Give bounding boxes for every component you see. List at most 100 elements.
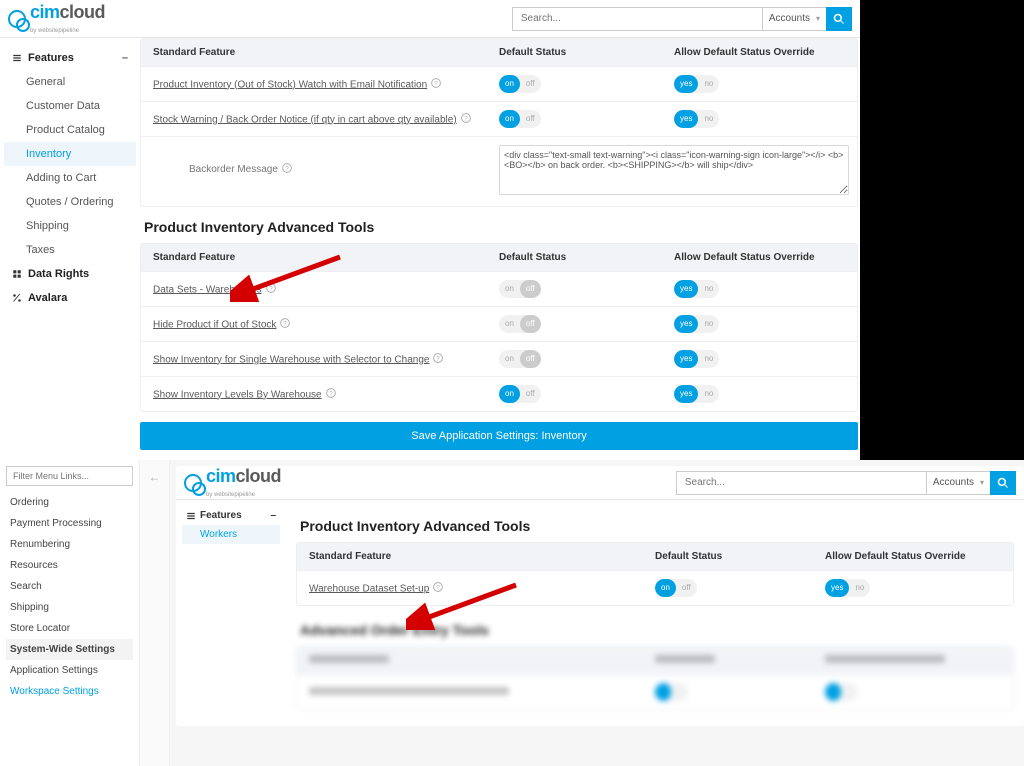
table-row: Show Inventory Levels By Warehouse? onof… xyxy=(141,376,857,411)
menu-item-search[interactable]: Search xyxy=(6,576,133,597)
search-icon xyxy=(833,13,845,25)
backorder-message-textarea[interactable]: <div class="text-small text-warning"><i … xyxy=(499,145,849,195)
sidebar-group-data-rights[interactable]: Data Rights xyxy=(4,262,136,286)
advanced-tools-table: Standard Feature Default Status Allow De… xyxy=(296,542,1014,606)
search-icon xyxy=(997,477,1009,489)
menu-group-system-wide[interactable]: System-Wide Settings xyxy=(6,639,133,660)
svg-text:?: ? xyxy=(284,320,288,327)
chevron-left-icon: ← xyxy=(149,470,161,484)
backorder-message-row: Backorder Message? <div class="text-smal… xyxy=(141,136,857,206)
status-toggle[interactable]: onoff xyxy=(499,110,541,128)
table-row: Stock Warning / Back Order Notice (if qt… xyxy=(141,101,857,136)
feature-link[interactable]: Product Inventory (Out of Stock) Watch w… xyxy=(153,79,427,90)
svg-text:?: ? xyxy=(464,115,468,122)
sliders-icon xyxy=(12,53,22,63)
percent-icon xyxy=(12,293,22,303)
brand-icon xyxy=(184,474,202,492)
override-toggle[interactable]: yesno xyxy=(825,579,870,597)
save-button[interactable]: Save Application Settings: Inventory xyxy=(140,422,858,450)
status-toggle[interactable]: onoff xyxy=(499,315,541,333)
help-icon[interactable]: ? xyxy=(433,353,443,366)
feature-link[interactable]: Stock Warning / Back Order Notice (if qt… xyxy=(153,114,457,125)
bot-main: Product Inventory Advanced Tools Standar… xyxy=(286,500,1024,726)
svg-text:?: ? xyxy=(437,584,441,591)
sidebar-group-features[interactable]: Features – xyxy=(4,46,136,70)
sliders-icon xyxy=(186,511,196,521)
settings-sidebar: Features – General Customer Data Product… xyxy=(0,38,140,458)
feature-link[interactable]: Hide Product if Out of Stock xyxy=(153,319,276,330)
sidebar-item-workers[interactable]: Workers xyxy=(182,525,280,544)
bot-header: cimcloud by websitepipeline Accounts xyxy=(176,466,1024,500)
search-button[interactable] xyxy=(826,7,852,31)
sidebar-item-general[interactable]: General xyxy=(4,70,136,94)
status-toggle[interactable]: onoff xyxy=(499,75,541,93)
help-icon[interactable]: ? xyxy=(433,582,443,595)
brand-logo[interactable]: cimcloud by websitepipeline xyxy=(184,466,281,499)
table-header: Standard Feature Default Status Allow De… xyxy=(297,543,1013,570)
menu-item-resources[interactable]: Resources xyxy=(6,555,133,576)
menu-item-shipping[interactable]: Shipping xyxy=(6,597,133,618)
sidebar-item-product-catalog[interactable]: Product Catalog xyxy=(4,118,136,142)
table-row: Warehouse Dataset Set-up? onoff yesno xyxy=(297,570,1013,605)
svg-text:?: ? xyxy=(269,285,273,292)
sidebar-item-shipping[interactable]: Shipping xyxy=(4,214,136,238)
search-scope-select[interactable]: Accounts xyxy=(926,471,990,495)
help-icon[interactable]: ? xyxy=(431,78,441,91)
backorder-message-label: Backorder Message xyxy=(189,164,278,175)
sidebar-item-customer-data[interactable]: Customer Data xyxy=(4,94,136,118)
blurred-section: Advanced Order Entry Tools xyxy=(296,622,1014,710)
status-toggle[interactable]: onoff xyxy=(499,350,541,368)
collapse-icon: – xyxy=(122,52,128,64)
search-input[interactable] xyxy=(512,7,762,31)
sidebar-item-inventory[interactable]: Inventory xyxy=(4,142,136,166)
feature-link[interactable]: Show Inventory Levels By Warehouse xyxy=(153,389,322,400)
menu-item-store-locator[interactable]: Store Locator xyxy=(6,618,133,639)
table-row: Hide Product if Out of Stock? onoff yesn… xyxy=(141,306,857,341)
status-toggle[interactable]: onoff xyxy=(655,579,697,597)
menu-item-workspace-settings[interactable]: Workspace Settings xyxy=(6,681,133,702)
feature-link[interactable]: Data Sets - Warehouses xyxy=(153,284,262,295)
brand-logo[interactable]: cimcloud by websitepipeline xyxy=(8,2,105,35)
help-icon[interactable]: ? xyxy=(461,113,471,126)
table-row: Data Sets - Warehouses? onoff yesno xyxy=(141,271,857,306)
override-toggle[interactable]: yesno xyxy=(674,315,719,333)
svg-text:?: ? xyxy=(329,390,333,397)
help-icon[interactable]: ? xyxy=(282,163,292,176)
bot-sidebar: Features – Workers xyxy=(176,500,286,726)
override-toggle[interactable]: yesno xyxy=(674,75,719,93)
sidebar-item-taxes[interactable]: Taxes xyxy=(4,238,136,262)
override-toggle[interactable]: yesno xyxy=(674,350,719,368)
help-icon[interactable]: ? xyxy=(266,283,276,296)
sidebar-group-avalara[interactable]: Avalara xyxy=(4,286,136,310)
table-header: Standard Feature Default Status Allow De… xyxy=(141,39,857,66)
sidebar-group-features[interactable]: Features – xyxy=(182,506,280,525)
search-input[interactable] xyxy=(676,471,926,495)
brand-text: cimcloud xyxy=(30,2,105,22)
feature-link[interactable]: Show Inventory for Single Warehouse with… xyxy=(153,354,429,365)
search-button[interactable] xyxy=(990,471,1016,495)
menu-item-renumbering[interactable]: Renumbering xyxy=(6,534,133,555)
sidebar-item-adding-to-cart[interactable]: Adding to Cart xyxy=(4,166,136,190)
section-title: Product Inventory Advanced Tools xyxy=(144,219,858,235)
advanced-tools-table: Standard Feature Default Status Allow De… xyxy=(140,243,858,412)
sidebar-item-quotes-ordering[interactable]: Quotes / Ordering xyxy=(4,190,136,214)
brand-subtext: by websitepipeline xyxy=(206,492,255,498)
brand-subtext: by websitepipeline xyxy=(30,28,79,34)
override-toggle[interactable]: yesno xyxy=(674,110,719,128)
help-icon[interactable]: ? xyxy=(326,388,336,401)
dashboard-icon xyxy=(12,269,22,279)
collapse-column[interactable]: ← xyxy=(140,460,170,766)
help-icon[interactable]: ? xyxy=(280,318,290,331)
override-toggle[interactable]: yesno xyxy=(674,385,719,403)
top-header: cimcloud by websitepipeline Accounts xyxy=(0,0,860,38)
brand-icon xyxy=(8,10,26,28)
menu-item-ordering[interactable]: Ordering xyxy=(6,492,133,513)
status-toggle[interactable]: onoff xyxy=(499,385,541,403)
menu-item-application-settings[interactable]: Application Settings xyxy=(6,660,133,681)
menu-item-payment-processing[interactable]: Payment Processing xyxy=(6,513,133,534)
search-scope-select[interactable]: Accounts xyxy=(762,7,826,31)
feature-link[interactable]: Warehouse Dataset Set-up xyxy=(309,583,429,594)
override-toggle[interactable]: yesno xyxy=(674,280,719,298)
filter-menu-input[interactable] xyxy=(6,466,133,486)
status-toggle[interactable]: onoff xyxy=(499,280,541,298)
